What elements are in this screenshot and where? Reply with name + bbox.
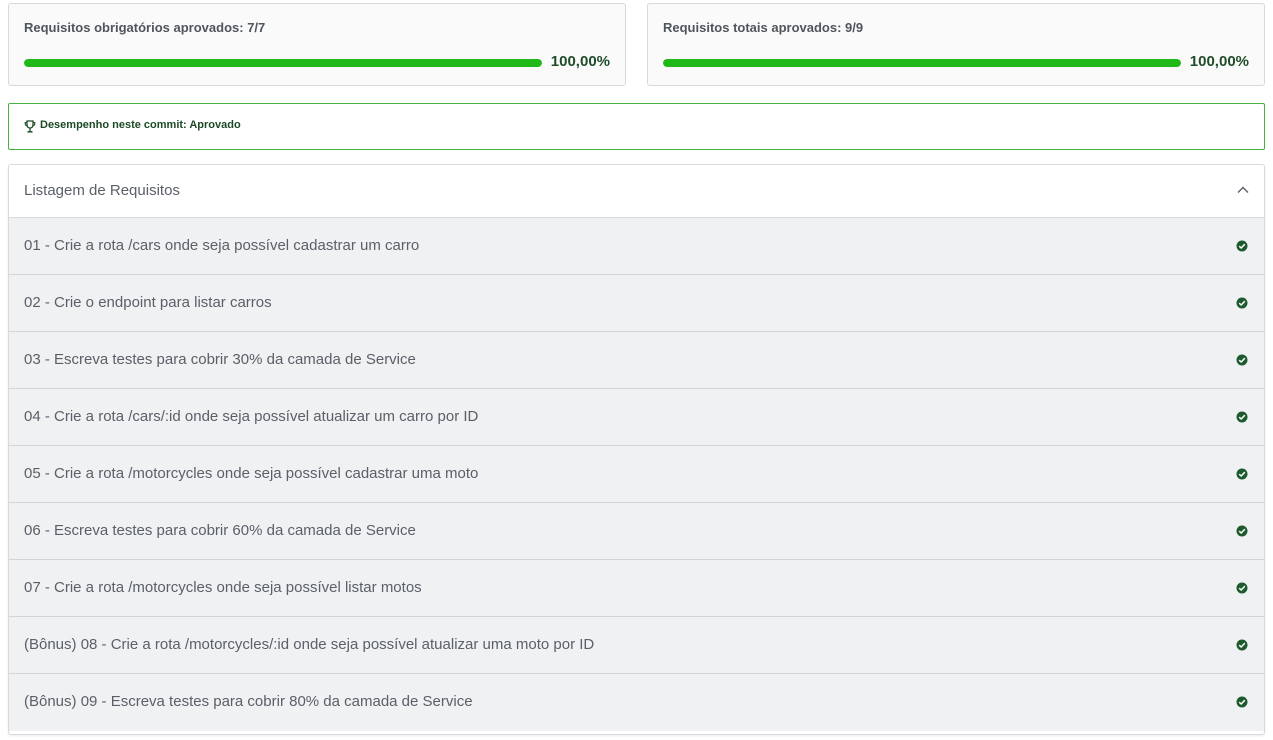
requirement-label: 06 - Escreva testes para cobrir 60% da c… [24,522,416,539]
requirement-label: 07 - Crie a rota /motorcycles onde seja … [24,579,422,596]
requirement-item: (Bônus) 08 - Crie a rota /motorcycles/:i… [9,617,1264,674]
check-circle-icon [1236,525,1248,537]
requirement-item: 01 - Crie a rota /cars onde seja possíve… [9,218,1264,275]
total-percent: 100,00% [1189,53,1249,70]
requirement-item: 06 - Escreva testes para cobrir 60% da c… [9,503,1264,560]
check-circle-icon [1236,696,1248,708]
total-requirements-card: Requisitos totais aprovados: 9/9 100,00% [647,3,1265,86]
requirement-item: (Bônus) 09 - Escreva testes para cobrir … [9,674,1264,731]
check-circle-icon [1236,639,1248,651]
check-circle-icon [1236,411,1248,423]
chevron-up-icon[interactable] [1236,185,1250,195]
trophy-icon [24,120,36,133]
requirement-label: 02 - Crie o endpoint para listar carros [24,294,272,311]
check-circle-icon [1236,468,1248,480]
requirements-title: Listagem de Requisitos [24,182,180,199]
requirement-label: 03 - Escreva testes para cobrir 30% da c… [24,351,416,368]
requirement-label: 04 - Crie a rota /cars/:id onde seja pos… [24,408,479,425]
performance-status-text: Desempenho neste commit: Aprovado [40,119,241,131]
requirement-label: (Bônus) 09 - Escreva testes para cobrir … [24,693,473,710]
requirements-accordion: Listagem de Requisitos 01 - Crie a rota … [8,164,1265,735]
requirement-item: 03 - Escreva testes para cobrir 30% da c… [9,332,1264,389]
mandatory-progress-fill [24,59,542,67]
mandatory-progress-bar [24,59,542,67]
requirement-label: 05 - Crie a rota /motorcycles onde seja … [24,465,479,482]
check-circle-icon [1236,240,1248,252]
requirement-item: 05 - Crie a rota /motorcycles onde seja … [9,446,1264,503]
requirement-item: 02 - Crie o endpoint para listar carros [9,275,1264,332]
check-circle-icon [1236,354,1248,366]
total-progress-fill [663,59,1181,67]
check-circle-icon [1236,582,1248,594]
total-progress-bar [663,59,1181,67]
requirement-item: 07 - Crie a rota /motorcycles onde seja … [9,560,1264,617]
mandatory-requirements-title: Requisitos obrigatórios aprovados: 7/7 [24,20,266,35]
performance-banner: Desempenho neste commit: Aprovado [8,103,1265,150]
requirement-label: (Bônus) 08 - Crie a rota /motorcycles/:i… [24,636,595,653]
evaluation-page: Requisitos obrigatórios aprovados: 7/7 1… [0,0,1273,740]
requirement-label: 01 - Crie a rota /cars onde seja possíve… [24,237,420,254]
mandatory-percent: 100,00% [550,53,610,70]
requirements-accordion-header[interactable]: Listagem de Requisitos [9,165,1264,218]
check-circle-icon [1236,297,1248,309]
requirements-list: 01 - Crie a rota /cars onde seja possíve… [9,218,1264,731]
mandatory-requirements-card: Requisitos obrigatórios aprovados: 7/7 1… [8,3,626,86]
total-requirements-title: Requisitos totais aprovados: 9/9 [663,20,864,35]
requirement-item: 04 - Crie a rota /cars/:id onde seja pos… [9,389,1264,446]
